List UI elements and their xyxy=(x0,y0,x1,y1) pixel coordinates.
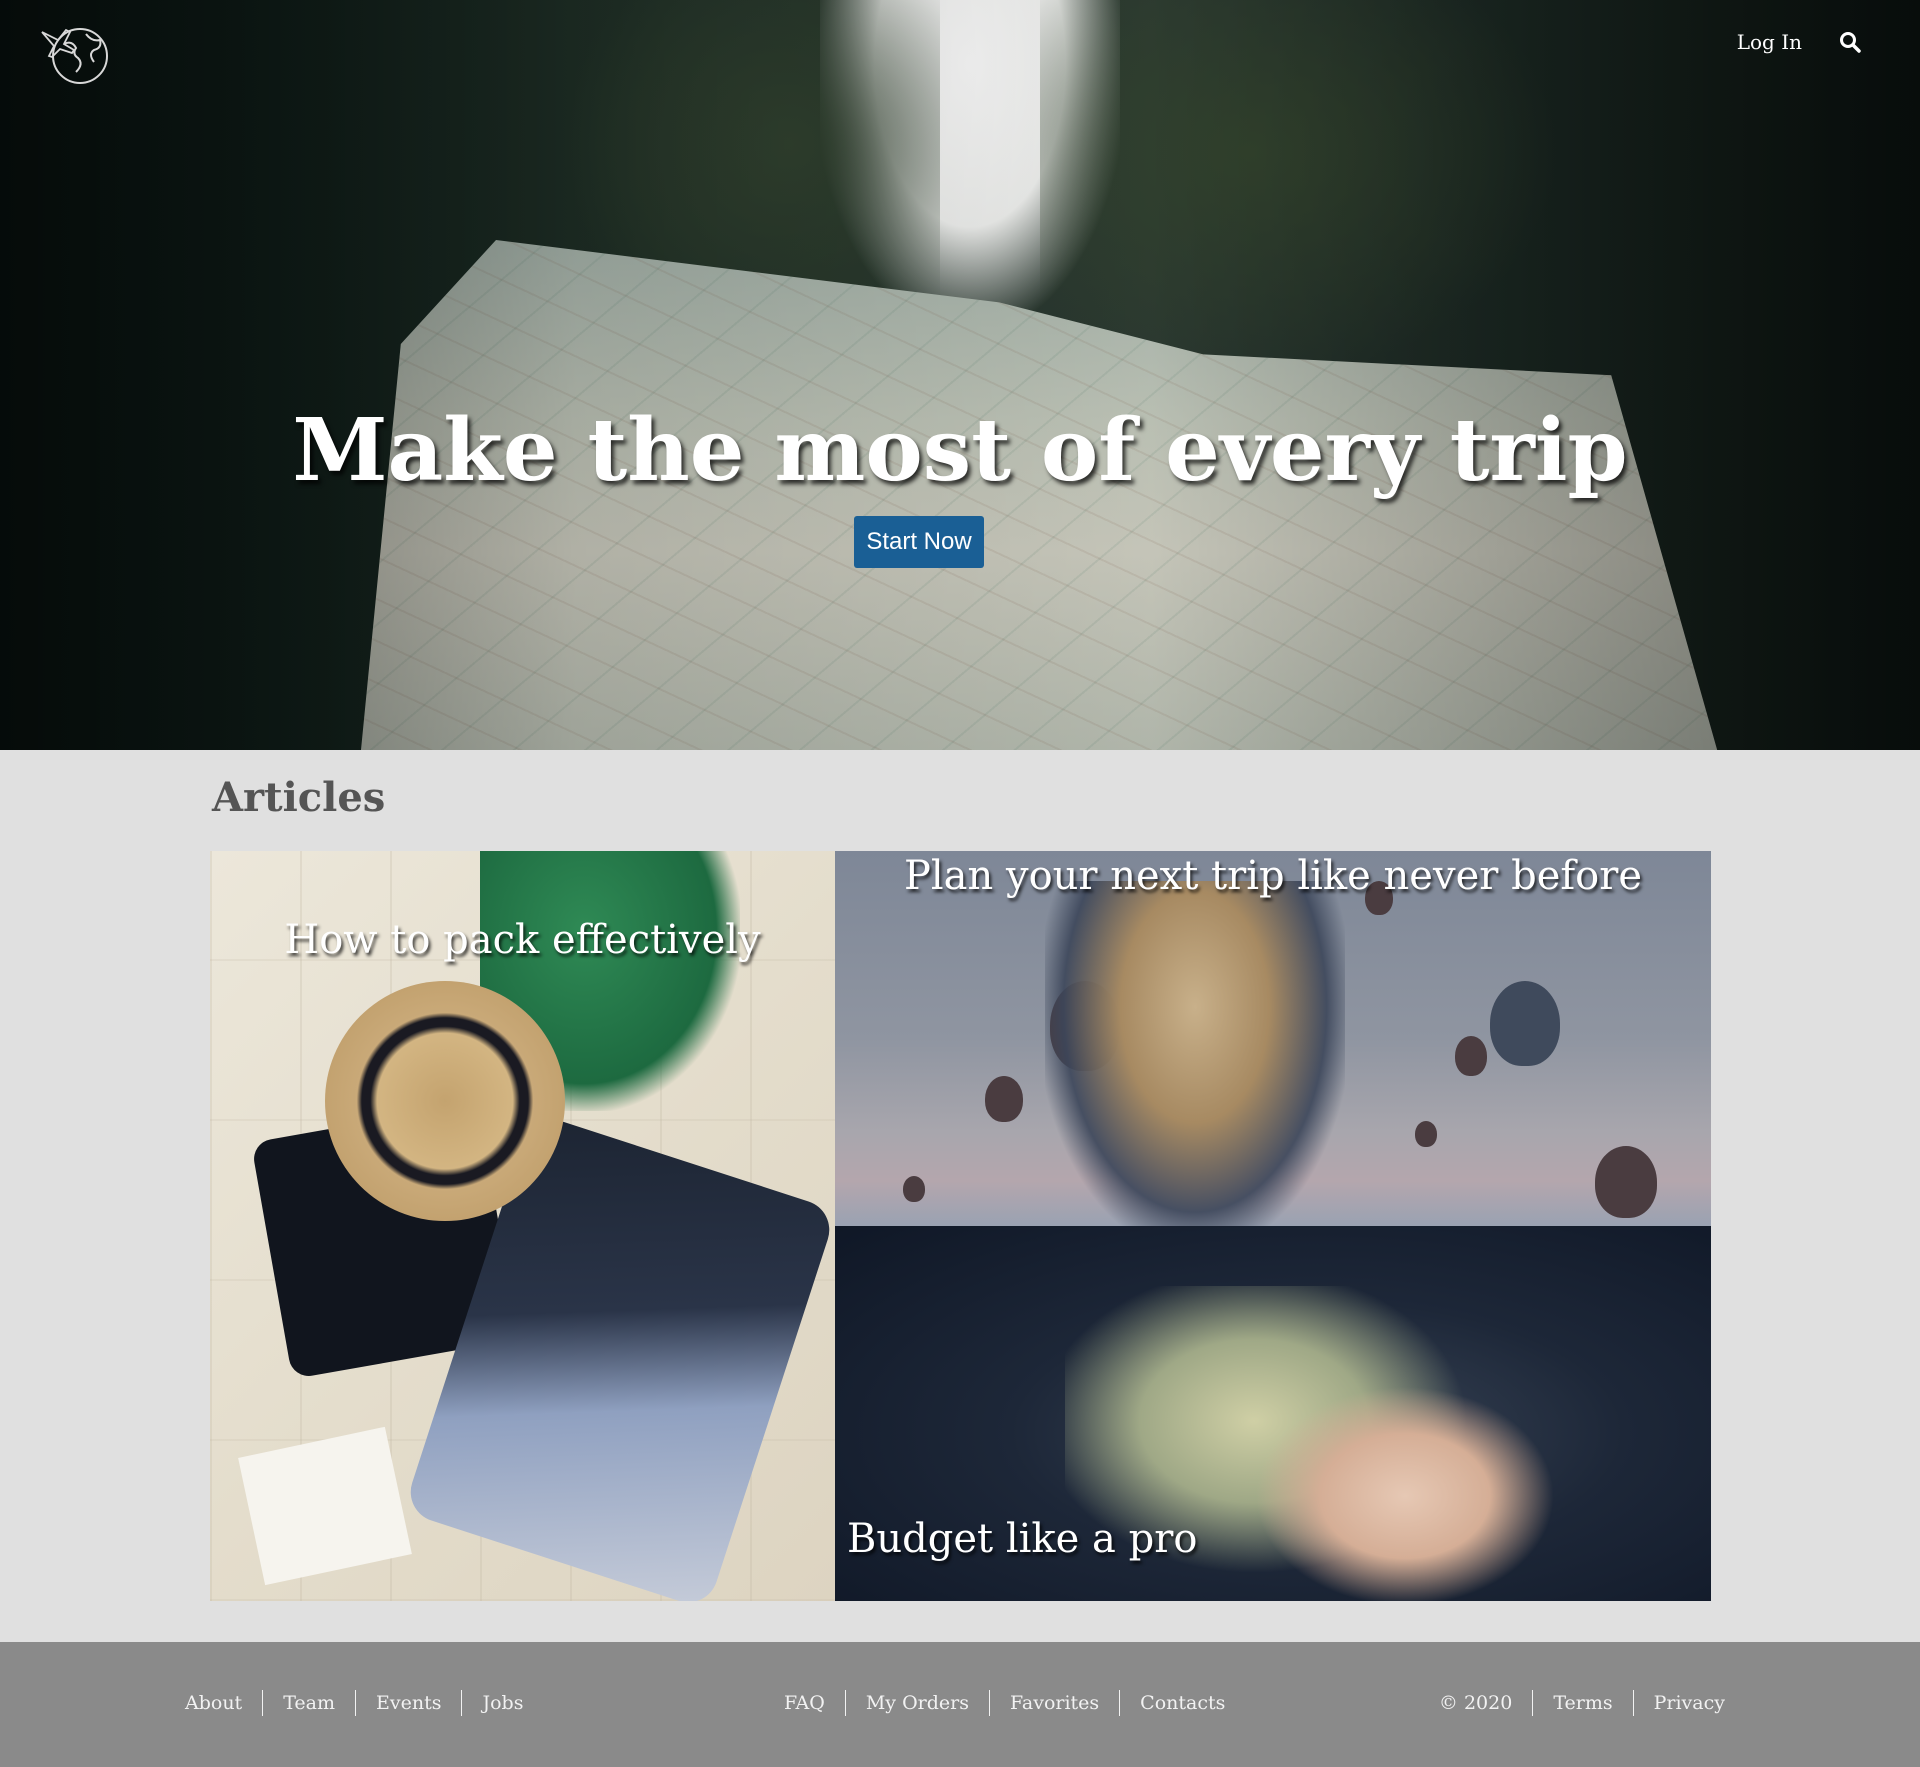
search-icon[interactable] xyxy=(1838,30,1862,54)
article-title[interactable]: Plan your next trip like never before xyxy=(835,853,1711,899)
hand-image xyxy=(1255,1386,1555,1601)
footer-link-events[interactable]: Events xyxy=(355,1690,461,1716)
footer-link-team[interactable]: Team xyxy=(262,1690,355,1716)
balloon-image xyxy=(1415,1121,1437,1147)
footer-link-about[interactable]: About xyxy=(185,1690,262,1716)
article-card-budget[interactable]: Budget like a pro xyxy=(835,1226,1711,1601)
article-card-packing[interactable]: How to pack effectively xyxy=(210,851,835,1601)
login-link[interactable]: Log In xyxy=(1737,30,1802,54)
hero-title: Make the most of every trip xyxy=(292,400,1628,501)
start-now-button[interactable]: Start Now xyxy=(854,516,984,568)
footer-link-faq[interactable]: FAQ xyxy=(784,1690,845,1716)
footer: About Team Events Jobs FAQ My Orders Fav… xyxy=(0,1642,1920,1767)
balloon-image xyxy=(903,1176,925,1202)
footer-link-contacts[interactable]: Contacts xyxy=(1119,1690,1245,1716)
hat-image xyxy=(325,981,565,1221)
footer-link-favorites[interactable]: Favorites xyxy=(988,1690,1119,1716)
balloon-image xyxy=(985,1076,1023,1122)
hero-banner: Log In Make the most of every trip Start… xyxy=(0,0,1920,750)
article-card-planning[interactable]: Plan your next trip like never before xyxy=(835,851,1711,1226)
traveler-image xyxy=(1045,881,1345,1226)
article-title[interactable]: How to pack effectively xyxy=(210,917,835,963)
balloon-image xyxy=(1490,981,1560,1066)
footer-link-jobs[interactable]: Jobs xyxy=(461,1690,543,1716)
article-title[interactable]: Budget like a pro xyxy=(847,1516,1197,1562)
globe-plane-icon[interactable] xyxy=(38,20,118,86)
footer-links-right: © 2020 Terms Privacy xyxy=(1439,1690,1725,1716)
footer-link-my-orders[interactable]: My Orders xyxy=(844,1690,989,1716)
footer-links-left: About Team Events Jobs xyxy=(185,1690,543,1716)
articles-heading: Articles xyxy=(212,774,386,821)
copyright: © 2020 xyxy=(1438,1692,1513,1714)
footer-link-privacy[interactable]: Privacy xyxy=(1632,1690,1725,1716)
balloon-image xyxy=(1595,1146,1657,1218)
hero-overlay xyxy=(0,0,1920,750)
footer-link-terms[interactable]: Terms xyxy=(1532,1690,1632,1716)
notebook-image xyxy=(238,1426,412,1586)
balloon-image xyxy=(1455,1036,1487,1076)
footer-links-center: FAQ My Orders Favorites Contacts xyxy=(784,1690,1245,1716)
